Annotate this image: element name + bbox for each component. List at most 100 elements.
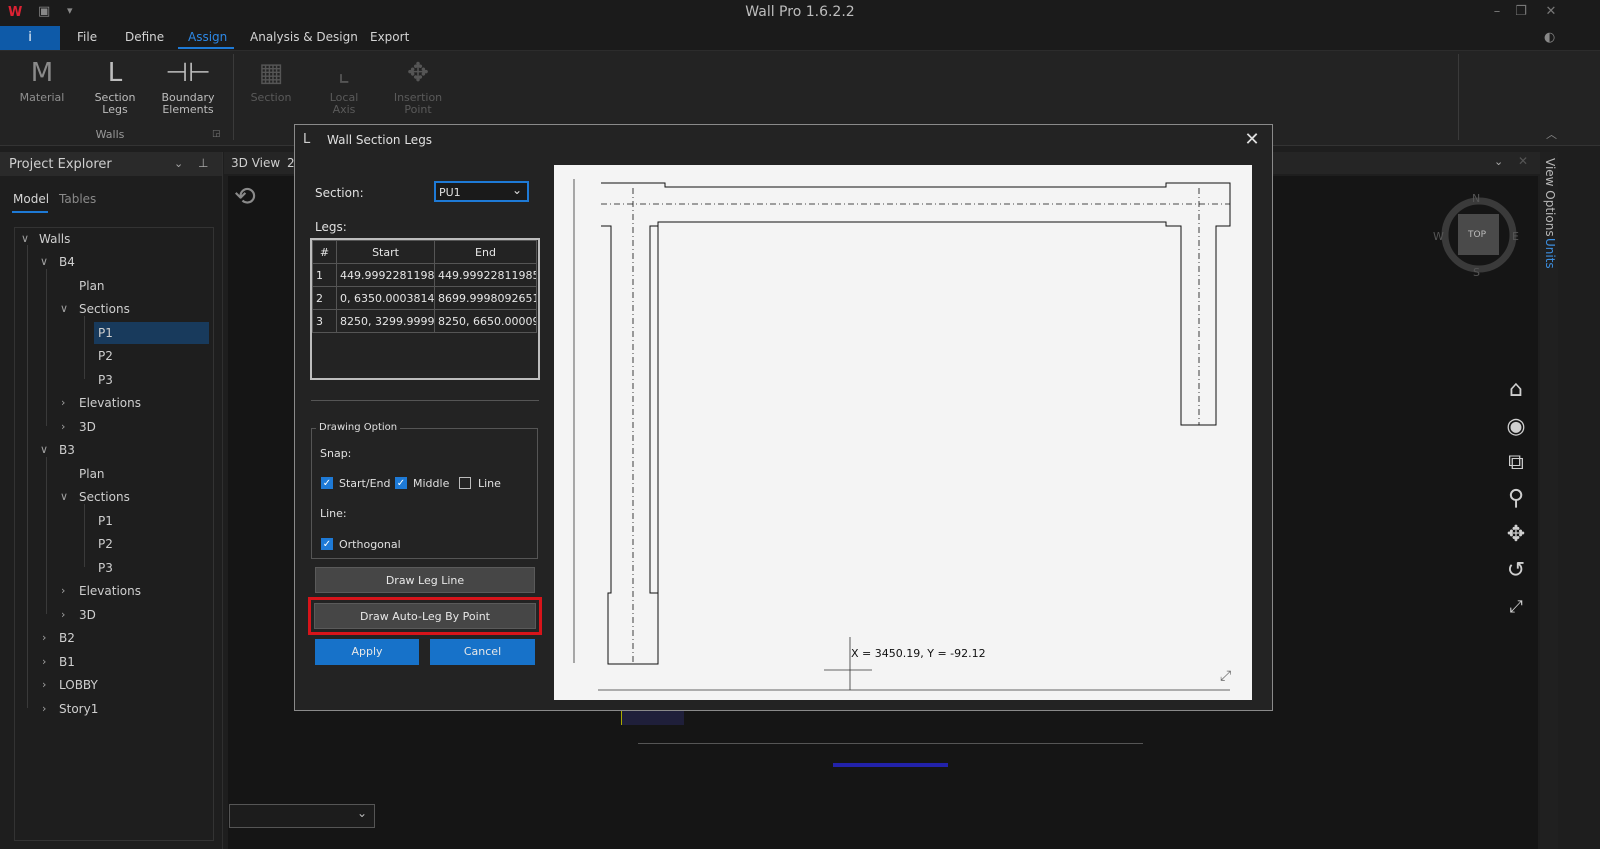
tree-item-story1[interactable]: Story1 xyxy=(59,702,98,716)
insertion-point-button[interactable]: ✥ Insertion Point xyxy=(385,58,451,116)
section-drawing-canvas[interactable] xyxy=(554,165,1252,700)
tree-item-b4-elevations[interactable]: Elevations xyxy=(79,396,141,410)
local-axis-icon: ⌞ xyxy=(337,58,351,88)
row-start[interactable]: 449.99922811984 xyxy=(336,263,435,287)
tree-item-b1[interactable]: B1 xyxy=(59,655,75,669)
chevron-down-icon[interactable]: ∨ xyxy=(40,255,48,268)
legs-label: Legs: xyxy=(315,220,347,234)
explorer-dropdown-icon[interactable]: ⌄ xyxy=(174,157,183,170)
boundary-elements-button[interactable]: ⊣⊢ Boundary Elements xyxy=(155,58,221,116)
row-end[interactable]: 8250, 6650.00009 xyxy=(434,309,537,333)
tree-item-b4[interactable]: B4 xyxy=(59,255,75,269)
chevron-down-icon[interactable]: ⌄ xyxy=(512,183,522,197)
tree-item-b3-elevations[interactable]: Elevations xyxy=(79,584,141,598)
tab-tables[interactable]: Tables xyxy=(59,192,96,206)
tree-item-b4-sections[interactable]: Sections xyxy=(79,302,130,316)
row-end[interactable]: 449.99922811985 xyxy=(434,263,537,287)
menu-analysis-design[interactable]: Analysis & Design xyxy=(250,30,358,44)
snap-middle-label[interactable]: Middle xyxy=(413,477,449,490)
orthogonal-checkbox[interactable]: ✓ xyxy=(321,538,333,550)
tab-3d-view[interactable]: 3D View xyxy=(231,156,280,170)
tree-item-b3-3d[interactable]: 3D xyxy=(79,608,96,622)
snap-middle-checkbox[interactable]: ✓ xyxy=(395,477,407,489)
tree-item-b3-plan[interactable]: Plan xyxy=(79,467,105,481)
menu-export[interactable]: Export xyxy=(370,30,409,44)
chevron-down-icon[interactable]: ∨ xyxy=(40,443,48,456)
close-dialog-icon[interactable]: ✕ xyxy=(1242,130,1262,150)
group-launcher-icon[interactable]: ◲ xyxy=(212,129,221,139)
snap-line-label[interactable]: Line xyxy=(478,477,501,490)
minimize-icon[interactable]: – xyxy=(1486,2,1508,22)
pin-icon[interactable]: ⊥ xyxy=(198,156,208,170)
material-button[interactable]: M Material xyxy=(9,58,75,104)
section-button[interactable]: ▦ Section xyxy=(238,58,304,104)
pan-icon[interactable]: ✥ xyxy=(1503,522,1529,548)
apply-button[interactable]: Apply xyxy=(315,639,419,665)
orthogonal-label[interactable]: Orthogonal xyxy=(339,538,401,551)
snap-start-end-label[interactable]: Start/End xyxy=(339,477,390,490)
row-start[interactable]: 0, 6350.00038146 xyxy=(336,286,435,310)
zoom-icon[interactable]: ⚲ xyxy=(1503,486,1529,512)
tree-item-b3-p2[interactable]: P2 xyxy=(98,537,113,551)
chevron-right-icon[interactable]: › xyxy=(61,396,65,409)
tree-item-lobby[interactable]: LOBBY xyxy=(59,678,98,692)
tree-item-b3-p1[interactable]: P1 xyxy=(98,514,113,528)
tree-item-b3[interactable]: B3 xyxy=(59,443,75,457)
table-row[interactable]: 3 8250, 3299.99995 8250, 6650.00009 xyxy=(312,309,537,333)
tree-item-walls[interactable]: Walls xyxy=(39,232,70,246)
close-view-icon[interactable]: ✕ xyxy=(1518,154,1528,168)
restore-icon[interactable]: ❐ xyxy=(1510,2,1532,22)
row-start[interactable]: 8250, 3299.99995 xyxy=(336,309,435,333)
chevron-right-icon[interactable]: › xyxy=(42,631,46,644)
refresh-icon[interactable]: ⟲ xyxy=(234,182,256,212)
chevron-down-icon[interactable]: ∨ xyxy=(60,302,68,315)
local-axis-button[interactable]: ⌞ Local Axis xyxy=(311,58,377,116)
draw-leg-line-button[interactable]: Draw Leg Line xyxy=(315,567,535,593)
row-end[interactable]: 8699.9998092651 xyxy=(434,286,537,310)
section-legs-button[interactable]: L Section Legs xyxy=(82,58,148,116)
menu-define[interactable]: Define xyxy=(125,30,164,44)
chevron-right-icon[interactable]: › xyxy=(61,420,65,433)
tab-model[interactable]: Model xyxy=(13,192,49,206)
tree-item-b3-p3[interactable]: P3 xyxy=(98,561,113,575)
chevron-right-icon[interactable]: › xyxy=(61,584,65,597)
table-row[interactable]: 2 0, 6350.00038146 8699.9998092651 xyxy=(312,286,537,310)
view-tabs-dropdown-icon[interactable]: ⌄ xyxy=(1494,155,1503,168)
tree-item-b4-p2[interactable]: P2 xyxy=(98,349,113,363)
menu-file[interactable]: File xyxy=(77,30,97,44)
chevron-right-icon[interactable]: › xyxy=(42,678,46,691)
menu-assign[interactable]: Assign xyxy=(188,30,227,44)
tree-item-b3-sections[interactable]: Sections xyxy=(79,490,130,504)
chevron-down-icon[interactable]: ∨ xyxy=(21,232,29,245)
info-tab[interactable]: i xyxy=(0,26,60,50)
collapse-ribbon-icon[interactable]: ︿ xyxy=(1546,126,1557,142)
chevron-down-icon[interactable]: ⌄ xyxy=(357,806,367,820)
zoom-window-icon[interactable]: ⧉ xyxy=(1503,450,1529,476)
tree-item-b2[interactable]: B2 xyxy=(59,631,75,645)
home-icon[interactable]: ⌂ xyxy=(1503,377,1529,403)
tree-guide xyxy=(27,245,28,708)
tree-item-b4-plan[interactable]: Plan xyxy=(79,279,105,293)
snap-line-checkbox[interactable] xyxy=(459,477,471,489)
units-tab[interactable]: Units xyxy=(1543,238,1557,269)
expand-canvas-icon[interactable]: ⤢ xyxy=(1220,668,1231,684)
tree-item-b4-p3[interactable]: P3 xyxy=(98,373,113,387)
chevron-down-icon[interactable]: ∨ xyxy=(60,490,68,503)
view-selector-dropdown[interactable] xyxy=(229,804,375,828)
tree-item-b4-3d[interactable]: 3D xyxy=(79,420,96,434)
view-options-tab[interactable]: View Options xyxy=(1543,158,1557,237)
close-window-icon[interactable]: ✕ xyxy=(1540,2,1562,22)
chevron-right-icon[interactable]: › xyxy=(42,702,46,715)
tree-item-b4-p1[interactable]: P1 xyxy=(98,326,113,340)
snap-start-end-checkbox[interactable]: ✓ xyxy=(321,477,333,489)
legs-table[interactable]: # Start End 1 449.99922811984 449.999228… xyxy=(310,238,540,380)
rotate-icon[interactable]: ↺ xyxy=(1503,558,1529,584)
orbit-icon[interactable]: ◉ xyxy=(1503,414,1529,440)
material-icon: M xyxy=(30,58,54,88)
chevron-right-icon[interactable]: › xyxy=(61,608,65,621)
table-row[interactable]: 1 449.99922811984 449.99922811985 xyxy=(312,263,537,287)
fit-view-icon[interactable]: ⤢ xyxy=(1503,594,1529,620)
chevron-right-icon[interactable]: › xyxy=(42,655,46,668)
cancel-button[interactable]: Cancel xyxy=(430,639,535,665)
theme-toggle-icon[interactable]: ◐ xyxy=(1544,30,1555,45)
